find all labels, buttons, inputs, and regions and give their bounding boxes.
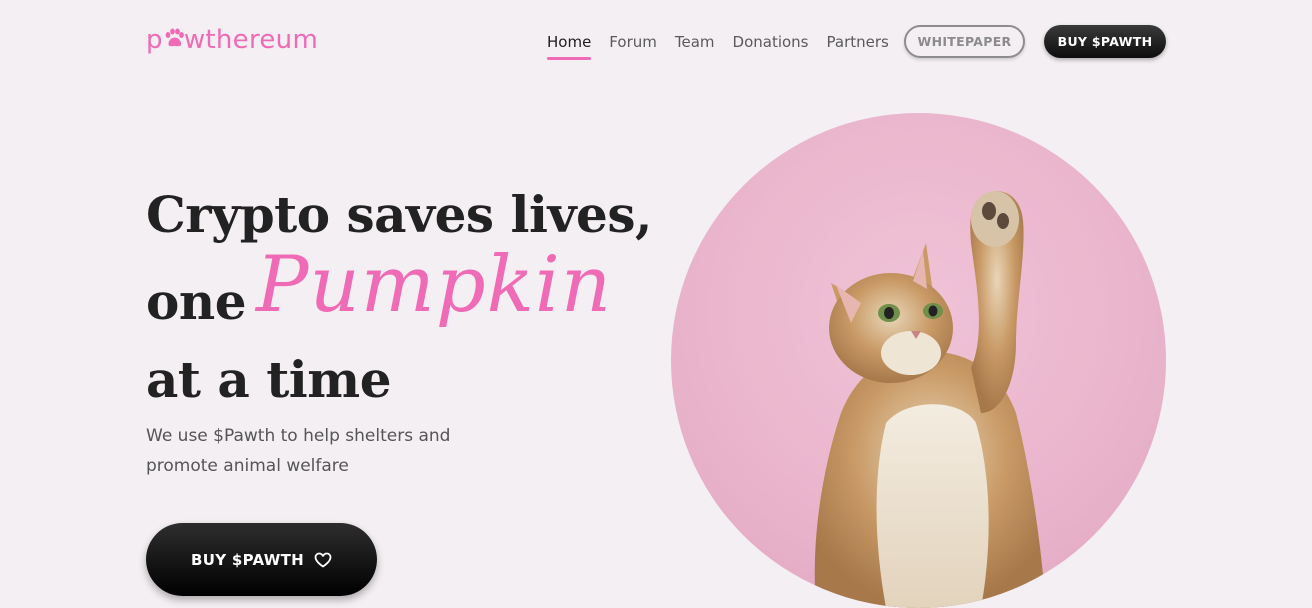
hero-title-line3: at a time: [146, 350, 392, 409]
hero-title-line2: one Pumpkin: [146, 246, 652, 341]
nav-forum[interactable]: Forum: [609, 31, 657, 53]
hero-title: Crypto saves lives, one Pumpkin at a time: [146, 176, 652, 419]
paw-icon: [164, 28, 184, 50]
hero-title-highlight: Pumpkin: [256, 240, 613, 330]
nav-team[interactable]: Team: [675, 31, 715, 53]
nav-donations[interactable]: Donations: [733, 31, 809, 53]
hero-cat-image: [671, 113, 1166, 608]
hero-buy-label: BUY $PAWTH: [190, 550, 305, 569]
hero-title-one: one: [146, 272, 247, 331]
hero-subtitle: We use $Pawth to help shelters and promo…: [146, 426, 451, 476]
hero-buy-button[interactable]: BUY $PAWTH: [146, 523, 377, 596]
nav-partners[interactable]: Partners: [827, 31, 889, 53]
heart-icon: [314, 552, 332, 568]
cat-reaching-up-icon: [814, 191, 1046, 608]
nav-home[interactable]: Home: [547, 31, 592, 60]
logo[interactable]: p wthereum: [146, 24, 318, 56]
logo-text-prefix: p: [146, 25, 163, 55]
header-buy-button[interactable]: BUY $PAWTH: [1044, 25, 1166, 58]
whitepaper-button[interactable]: WHITEPAPER: [904, 25, 1025, 58]
logo-text-suffix: wthereum: [183, 25, 319, 55]
main-nav: Home Forum Team Donations Partners: [547, 31, 907, 60]
